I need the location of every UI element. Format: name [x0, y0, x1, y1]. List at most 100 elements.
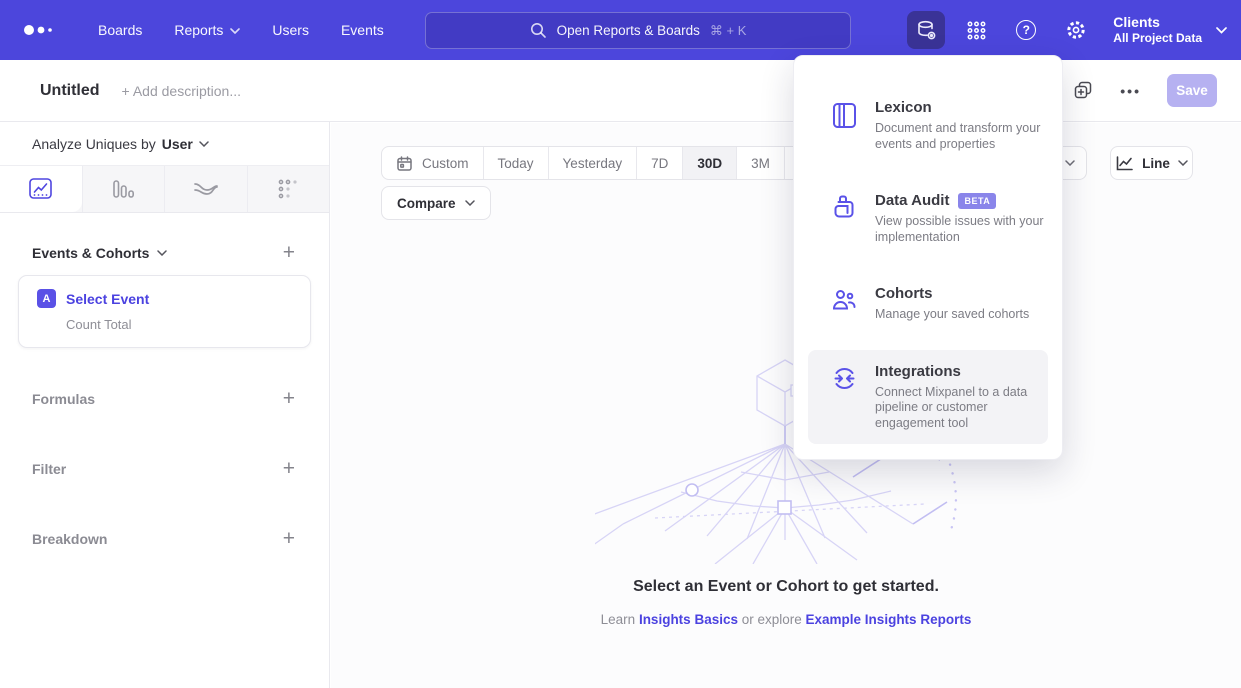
help-glyph-text: ?	[1023, 23, 1030, 37]
menu-item-title: Cohorts	[875, 285, 933, 302]
insights-basics-link[interactable]: Insights Basics	[639, 612, 738, 627]
data-management-button[interactable]	[907, 11, 945, 49]
chart-style-label: Line	[1142, 156, 1170, 171]
add-filter-button[interactable]: +	[283, 459, 295, 479]
empty-state: Select an Event or Cohort to get started…	[331, 578, 1241, 627]
spacer	[0, 348, 329, 364]
tab-flows[interactable]	[164, 166, 247, 212]
menu-item-desc: Connect Mixpanel to a data pipeline or c…	[875, 385, 1057, 432]
event-series-badge: A	[37, 289, 56, 308]
save-button[interactable]: Save	[1167, 74, 1217, 107]
menu-item-data-audit[interactable]: Data Audit BETA View possible issues wit…	[808, 179, 1048, 258]
help-button[interactable]: ?	[1007, 11, 1045, 49]
chevron-down-icon	[1065, 160, 1075, 166]
date-range-3m[interactable]: 3M	[736, 147, 784, 179]
count-total-dropdown[interactable]: Count Total	[66, 317, 296, 332]
apps-grid-icon	[966, 20, 987, 41]
date-range-7d[interactable]: 7D	[636, 147, 682, 179]
empty-prefix-text: Learn	[601, 612, 639, 627]
analyze-prefix-label: Analyze Uniques by	[32, 136, 156, 152]
nav-item-label: Events	[341, 22, 384, 38]
settings-button[interactable]	[1057, 11, 1095, 49]
add-event-button[interactable]: +	[283, 243, 295, 263]
data-management-menu: Lexicon Document and transform your even…	[793, 55, 1063, 460]
tab-retention-grid[interactable]	[247, 166, 330, 212]
menu-item-text: Lexicon Document and transform your even…	[875, 99, 1057, 152]
breakdown-section: Breakdown +	[0, 504, 329, 574]
filter-label: Filter	[32, 461, 66, 477]
project-scope: All Project Data	[1113, 31, 1202, 46]
spacer	[808, 165, 1048, 179]
menu-item-title: Integrations	[875, 363, 961, 380]
lexicon-book-icon	[831, 99, 858, 152]
chevron-down-icon	[1178, 160, 1188, 166]
spacer	[808, 258, 1048, 272]
flows-tab-icon	[193, 179, 219, 199]
date-range-yesterday[interactable]: Yesterday	[548, 147, 637, 179]
tab-insights-line[interactable]	[0, 166, 82, 212]
filter-section: Filter +	[0, 434, 329, 504]
nav-menu: Boards Reports Users Events	[86, 14, 396, 46]
integrations-sync-icon	[831, 363, 858, 432]
date-range-label: 3M	[751, 156, 770, 171]
menu-item-cohorts[interactable]: Cohorts Manage your saved cohorts	[808, 272, 1048, 336]
menu-item-integrations[interactable]: Integrations Connect Mixpanel to a data …	[808, 350, 1048, 445]
date-range-label: Today	[498, 156, 534, 171]
nav-item-label: Reports	[174, 22, 223, 38]
events-section-toggle[interactable]: Events & Cohorts	[32, 245, 167, 261]
event-row: A Select Event	[37, 289, 296, 308]
event-card[interactable]: A Select Event Count Total	[18, 275, 311, 348]
add-description-field[interactable]: + Add description...	[122, 83, 241, 99]
project-switcher[interactable]: Clients All Project Data	[1113, 14, 1227, 46]
nav-item-boards[interactable]: Boards	[86, 14, 154, 46]
global-search-input[interactable]: Open Reports & Boards ⌘ + K	[425, 12, 851, 49]
date-range-today[interactable]: Today	[483, 147, 548, 179]
analyze-row: Analyze Uniques by User	[0, 122, 329, 165]
menu-item-lexicon[interactable]: Lexicon Document and transform your even…	[808, 86, 1048, 165]
grid-dots-tab-icon	[277, 178, 299, 200]
report-title[interactable]: Untitled	[40, 82, 100, 100]
help-icon: ?	[1016, 20, 1036, 40]
compare-label: Compare	[397, 196, 456, 211]
example-reports-link[interactable]: Example Insights Reports	[806, 612, 972, 627]
date-range-label: Yesterday	[563, 156, 623, 171]
compare-dropdown[interactable]: Compare	[381, 186, 491, 220]
empty-state-title: Select an Event or Cohort to get started…	[331, 578, 1241, 596]
add-breakdown-button[interactable]: +	[283, 529, 295, 549]
duplicate-icon[interactable]	[1073, 80, 1094, 101]
menu-item-title: Data Audit	[875, 192, 949, 209]
nav-item-label: Boards	[98, 22, 142, 38]
date-range-label: 30D	[697, 156, 722, 171]
more-options-button[interactable]: •••	[1120, 83, 1141, 99]
chevron-down-icon	[230, 28, 240, 34]
date-range-30d[interactable]: 30D	[682, 147, 736, 179]
select-event-button[interactable]: Select Event	[66, 291, 149, 307]
chart-type-tabs	[0, 165, 329, 213]
search-placeholder: Open Reports & Boards	[557, 23, 700, 38]
menu-item-desc: Manage your saved cohorts	[875, 307, 1057, 323]
org-name: Clients	[1113, 14, 1202, 31]
chevron-down-icon	[157, 250, 167, 256]
date-range-label: 7D	[651, 156, 668, 171]
events-section-header: Events & Cohorts +	[0, 243, 329, 263]
menu-item-desc: Document and transform your events and p…	[875, 121, 1057, 152]
nav-item-users[interactable]: Users	[260, 14, 321, 46]
data-audit-icon	[831, 192, 858, 245]
database-gear-icon	[915, 19, 938, 42]
nav-item-reports[interactable]: Reports	[162, 14, 252, 46]
date-range-custom[interactable]: Custom	[382, 147, 483, 179]
chart-style-dropdown[interactable]: Line	[1110, 146, 1193, 180]
line-chart-tab-icon	[28, 177, 53, 200]
menu-item-text: Cohorts Manage your saved cohorts	[875, 285, 1057, 323]
apps-grid-button[interactable]	[957, 11, 995, 49]
tab-bar-chart[interactable]	[82, 166, 165, 212]
chevron-down-icon	[465, 200, 475, 206]
mixpanel-logo-icon[interactable]	[22, 23, 58, 37]
nav-item-events[interactable]: Events	[329, 14, 396, 46]
formulas-section: Formulas +	[0, 364, 329, 434]
add-formula-button[interactable]: +	[283, 389, 295, 409]
breakdown-label: Breakdown	[32, 531, 107, 547]
empty-middle-text: or explore	[738, 612, 806, 627]
analyze-by-dropdown[interactable]: User	[162, 136, 209, 152]
gear-icon	[1065, 19, 1087, 41]
